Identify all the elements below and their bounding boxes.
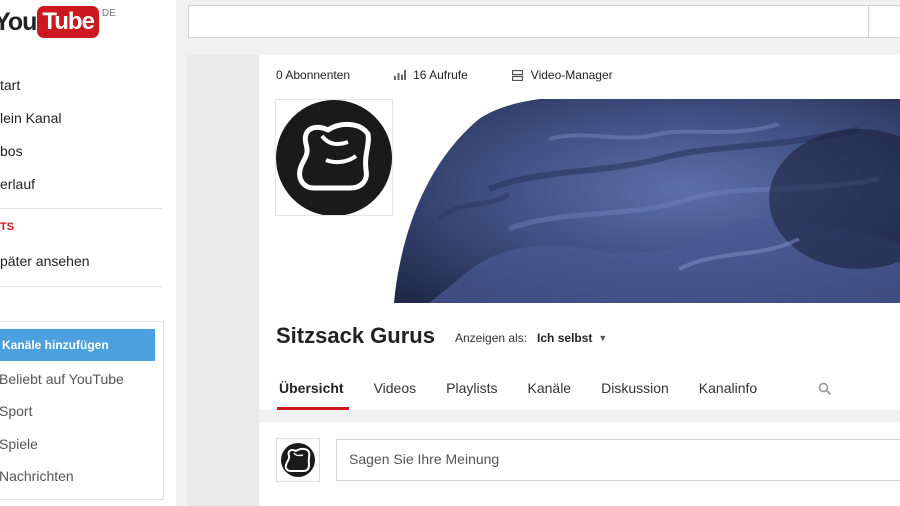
content-gutter <box>187 55 259 506</box>
tab-overview-label: Übersicht <box>279 380 344 396</box>
comment-input[interactable]: Sagen Sie Ihre Meinung <box>336 439 900 481</box>
view-count[interactable]: 16 Aufrufe <box>394 68 468 82</box>
avatar <box>276 438 320 482</box>
beanbag-logo-icon <box>281 443 315 477</box>
search-input[interactable] <box>188 5 900 38</box>
beanbag-logo-icon <box>276 100 392 216</box>
channel-tabs: Übersicht Videos Playlists Kanäle Diskus… <box>277 380 787 410</box>
bar-chart-icon <box>394 70 407 80</box>
channel-stats-bar: 0 Abonnenten 16 Aufrufe Video-Manager <box>276 68 613 82</box>
tab-videos[interactable]: Videos <box>374 380 417 396</box>
tab-playlists[interactable]: Playlists <box>446 380 497 396</box>
search-icon[interactable] <box>818 382 832 396</box>
guide-item-games[interactable]: Spiele <box>0 436 38 452</box>
youtube-logo[interactable]: You Tube DE <box>0 6 116 40</box>
guide-item-popular[interactable]: Beliebt auf YouTube <box>0 371 124 387</box>
video-manager-icon <box>511 69 523 81</box>
discussion-panel: Sagen Sie Ihre Meinung <box>259 422 900 506</box>
active-tab-indicator <box>277 407 349 410</box>
sidebar-item-start[interactable]: tart <box>0 77 20 93</box>
guide-channels-box: Kanäle hinzufügen Beliebt auf YouTube Sp… <box>0 321 164 500</box>
sidebar-item-subscriptions[interactable]: bos <box>0 143 23 159</box>
sidebar-item-watch-later[interactable]: päter ansehen <box>0 253 90 269</box>
sidebar-item-my-channel[interactable]: lein Kanal <box>0 110 62 126</box>
sidebar-item-history[interactable]: erlauf <box>0 176 35 192</box>
tab-overview[interactable]: Übersicht <box>277 380 349 410</box>
chevron-down-icon: ▼ <box>598 333 608 343</box>
video-manager-label: Video-Manager <box>530 68 613 82</box>
logo-country-code: DE <box>101 8 116 19</box>
channel-header: 0 Abonnenten 16 Aufrufe Video-Manager Si… <box>259 55 900 410</box>
channel-title: Sitzsack Gurus <box>276 323 435 348</box>
view-as-label: Anzeigen als: <box>455 331 528 345</box>
tab-discussion[interactable]: Diskussion <box>601 380 669 396</box>
sidebar-divider <box>0 286 162 287</box>
view-count-label: 16 Aufrufe <box>413 68 468 82</box>
channel-avatar[interactable] <box>275 99 393 216</box>
guide-sidebar: You Tube DE tart lein Kanal bos erlauf T… <box>0 0 176 506</box>
sidebar-divider <box>0 208 162 209</box>
guide-item-sport[interactable]: Sport <box>0 403 32 419</box>
logo-tube-text: Tube <box>37 6 99 38</box>
add-channels-button[interactable]: Kanäle hinzufügen <box>0 329 155 361</box>
logo-you-text: You <box>0 8 37 36</box>
tab-about[interactable]: Kanalinfo <box>699 380 757 396</box>
subscriber-count[interactable]: 0 Abonnenten <box>276 68 350 82</box>
playlists-heading: TS <box>0 221 15 233</box>
guide-item-news[interactable]: Nachrichten <box>0 468 74 484</box>
video-manager-link[interactable]: Video-Manager <box>511 68 613 82</box>
view-as-selector[interactable]: Anzeigen als: Ich selbst ▼ <box>455 331 607 345</box>
view-as-value: Ich selbst <box>537 331 593 345</box>
search-button-edge[interactable] <box>868 5 869 38</box>
tab-channels[interactable]: Kanäle <box>528 380 572 396</box>
